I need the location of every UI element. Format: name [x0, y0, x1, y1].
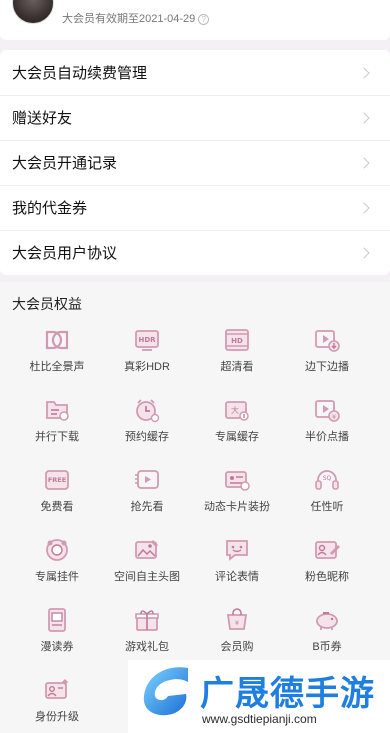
- benefit-space-header[interactable]: 空间自主头图: [102, 536, 192, 592]
- svg-text:大: 大: [231, 405, 239, 415]
- benefit-pendant[interactable]: 专属挂件: [12, 536, 102, 592]
- nickname-icon: [313, 536, 341, 564]
- hd-icon: HD: [223, 326, 251, 354]
- gift-icon: [133, 606, 161, 634]
- svg-text:FREE: FREE: [48, 476, 66, 484]
- emoji-icon: [223, 536, 251, 564]
- pendant-icon: [43, 536, 71, 564]
- benefit-label: 半价点播: [305, 431, 349, 443]
- menu-item-label: 我的代金券: [12, 200, 88, 217]
- membership-expiry: 大会员有效期至2021-04-29?: [62, 10, 210, 26]
- menu-item-label: 大会员自动续费管理: [12, 65, 148, 82]
- benefit-half-price[interactable]: ¥ 半价点播: [282, 396, 372, 452]
- parallel-download-icon: [43, 396, 71, 424]
- chevron-right-icon: [358, 111, 370, 124]
- menu-item-history[interactable]: 大会员开通记录: [0, 140, 390, 185]
- benefit-label: 任性听: [310, 501, 344, 513]
- benefit-shop[interactable]: ¥ 会员购: [192, 606, 282, 662]
- benefit-nickname[interactable]: 粉色昵称: [282, 536, 372, 592]
- hdr-icon: HDR: [133, 326, 161, 354]
- chevron-right-icon: [358, 156, 370, 169]
- benefit-label: 超清看: [220, 361, 254, 373]
- headphones-icon: SQ: [313, 466, 341, 494]
- benefit-label: 免费看: [40, 501, 74, 513]
- benefits-title: 大会员权益: [12, 296, 82, 312]
- benefit-piggy-bank[interactable]: B币券: [282, 606, 372, 662]
- chevron-right-icon: [358, 66, 370, 79]
- svg-text:¥: ¥: [332, 414, 336, 421]
- menu-item-label: 大会员开通记录: [12, 155, 118, 172]
- svg-text:SQ: SQ: [323, 475, 332, 482]
- benefit-headphones[interactable]: SQ 任性听: [282, 466, 372, 522]
- benefit-hdr[interactable]: HDR 真彩HDR: [102, 326, 192, 382]
- piggy-bank-icon: [313, 606, 341, 634]
- watermark-logo-icon: [138, 662, 194, 720]
- benefit-label: 粉色昵称: [305, 571, 349, 583]
- exclusive-cache-icon: 大: [223, 396, 251, 424]
- benefit-label: 游戏礼包: [125, 641, 169, 653]
- benefit-gift[interactable]: 游戏礼包: [102, 606, 192, 662]
- comic-icon: [43, 606, 71, 634]
- reserve-cache-icon: [133, 396, 161, 424]
- benefit-label: 空间自主头图: [114, 571, 180, 583]
- svg-text:¥: ¥: [235, 619, 239, 627]
- benefit-emoji[interactable]: 评论表情: [192, 536, 282, 592]
- benefit-card-decor[interactable]: 动态卡片装扮: [192, 466, 282, 522]
- help-icon[interactable]: ?: [198, 14, 210, 25]
- benefit-exclusive-cache[interactable]: 大 专属缓存: [192, 396, 282, 452]
- menu-item-vouchers[interactable]: 我的代金券: [0, 185, 390, 230]
- benefit-parallel-download[interactable]: 并行下载: [12, 396, 102, 452]
- benefit-free[interactable]: FREE 免费看: [12, 466, 102, 522]
- benefit-label: 专属缓存: [215, 431, 259, 443]
- avatar[interactable]: [12, 0, 54, 24]
- free-icon: FREE: [43, 466, 71, 494]
- space-header-icon: [133, 536, 161, 564]
- early-watch-icon: [133, 466, 161, 494]
- benefit-label: B币券: [312, 641, 342, 653]
- benefit-label: 预约缓存: [125, 431, 169, 443]
- membership-expiry-text: 大会员有效期至2021-04-29: [62, 13, 196, 25]
- site-watermark: 广晟德手游 www.gsdtiepianji.com: [128, 660, 390, 733]
- benefit-label: 漫读券: [40, 641, 74, 653]
- watermark-title: 广晟德手游: [200, 675, 375, 713]
- watermark-url: www.gsdtiepianji.com: [202, 712, 317, 726]
- menu-item-label: 大会员用户协议: [12, 245, 118, 262]
- menu-item-agreement[interactable]: 大会员用户协议: [0, 230, 390, 275]
- benefit-label: 抢先看: [130, 501, 164, 513]
- chevron-right-icon: [358, 201, 370, 214]
- dolby-icon: [43, 326, 71, 354]
- menu-item-label: 赠送好友: [12, 110, 73, 127]
- card-decor-icon: [223, 466, 251, 494]
- benefit-label: 身份升级: [35, 711, 79, 723]
- benefit-label: 评论表情: [215, 571, 259, 583]
- menu-item-auto-renew[interactable]: 大会员自动续费管理: [0, 50, 390, 95]
- svg-text:HD: HD: [231, 337, 243, 345]
- identity-icon: [43, 676, 71, 704]
- benefit-comic[interactable]: 漫读券: [12, 606, 102, 662]
- benefit-early-watch[interactable]: 抢先看: [102, 466, 192, 522]
- svg-text:HDR: HDR: [138, 336, 156, 344]
- benefit-label: 动态卡片装扮: [204, 501, 270, 513]
- benefit-label: 会员购: [220, 641, 254, 653]
- download-play-icon: [313, 326, 341, 354]
- benefit-dolby[interactable]: 杜比全景声: [12, 326, 102, 382]
- benefit-identity[interactable]: 身份升级: [12, 676, 102, 732]
- benefit-hd[interactable]: HD 超清看: [192, 326, 282, 382]
- chevron-right-icon: [358, 246, 370, 259]
- benefit-label: 杜比全景声: [29, 361, 85, 373]
- settings-menu: 大会员自动续费管理 赠送好友 大会员开通记录 我的代金券 大会员用户协议: [0, 50, 390, 275]
- benefit-label: 专属挂件: [35, 571, 79, 583]
- profile-card: 大会员有效期至2021-04-29?: [0, 0, 390, 40]
- half-price-icon: ¥: [313, 396, 341, 424]
- benefit-reserve-cache[interactable]: 预约缓存: [102, 396, 192, 452]
- benefit-label: 真彩HDR: [124, 361, 170, 373]
- benefit-label: 边下边播: [305, 361, 349, 373]
- benefit-download-play[interactable]: 边下边播: [282, 326, 372, 382]
- menu-item-gift-friend[interactable]: 赠送好友: [0, 95, 390, 140]
- benefit-label: 并行下载: [35, 431, 79, 443]
- shop-icon: ¥: [223, 606, 251, 634]
